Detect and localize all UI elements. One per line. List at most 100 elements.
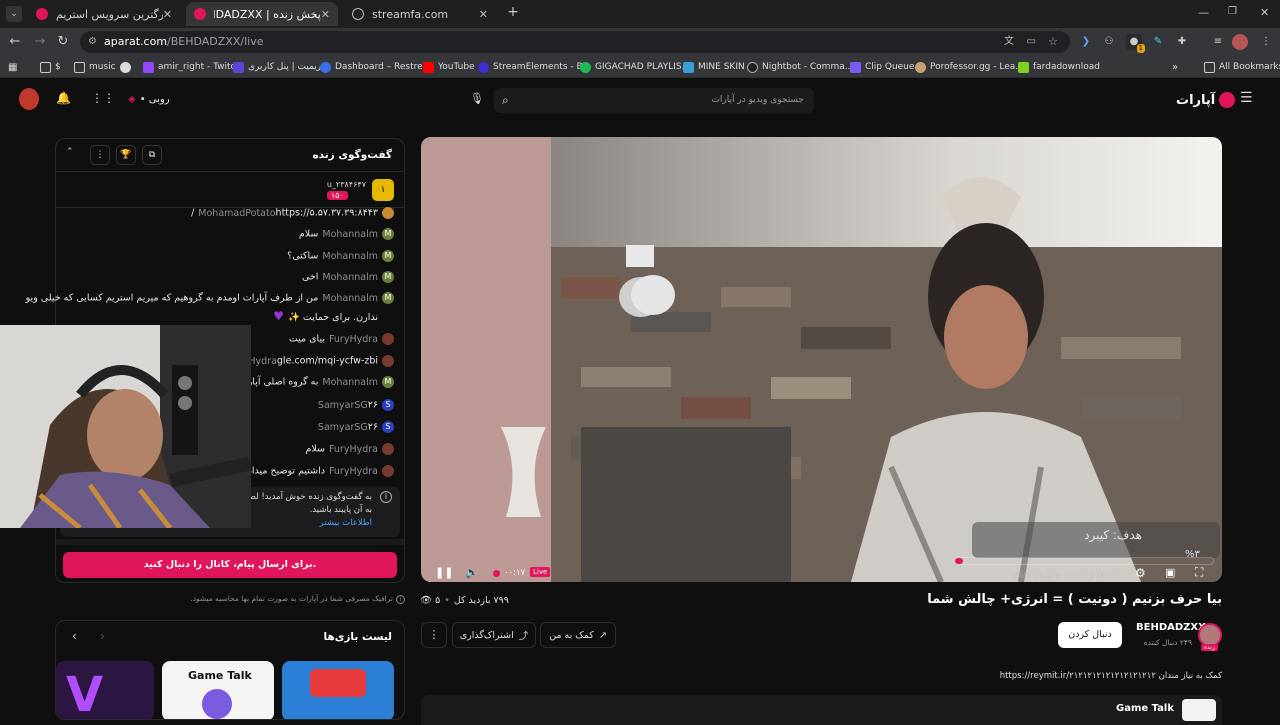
view-stats: ۷۹۹ بازدید کل • ۵ 👁	[420, 595, 509, 606]
forward-button[interactable]: →	[32, 34, 48, 50]
chat-scrollbar[interactable]	[56, 539, 404, 545]
miniplayer-icon[interactable]: ▣	[1165, 566, 1175, 579]
url-input[interactable]: ⚙ aparat.com/BEHDADZXX/live 文 ▭ ☆	[80, 31, 1070, 53]
tab-streamfa[interactable]: streamfa.com ✕	[344, 2, 496, 26]
extension-icon[interactable]: ● 1	[1126, 34, 1145, 53]
pinned-donor[interactable]: ۱ u_۲۳۸۴۶۴۷ ۱۵۰	[326, 177, 394, 203]
aparat-logo-icon	[1219, 92, 1236, 108]
bookmarks-overflow-icon[interactable]: »	[1172, 60, 1178, 74]
share-icon: ⤴	[518, 631, 529, 642]
voice-search-icon[interactable]: 🎙	[470, 92, 484, 105]
chat-message: FuryHydraداشتیم توضیح میدادیم	[239, 465, 394, 477]
new-tab-button[interactable]: +	[505, 4, 521, 20]
back-button[interactable]: ←	[7, 34, 23, 50]
bookmark-item[interactable]: Dashboard – Restre...	[320, 60, 431, 74]
bookmark-item[interactable]: GIGACHAD PLAYLIS...	[580, 60, 690, 74]
extension-icon[interactable]: ⚇	[1101, 34, 1117, 50]
game-art	[202, 689, 232, 719]
extension-icon[interactable]: ✎	[1150, 34, 1166, 50]
user-avatar: M	[382, 250, 394, 262]
search-input[interactable]: جستجوی ویدیو در آپارات ⌕	[494, 88, 814, 113]
apps-grid-icon[interactable]: ▦	[8, 60, 17, 74]
profile-avatar[interactable]	[1232, 34, 1248, 50]
globe-icon	[120, 61, 131, 73]
extensions-puzzle-icon[interactable]: ✚	[1174, 34, 1190, 50]
search-icon[interactable]: ⌕	[502, 88, 509, 113]
bookmark-item[interactable]: Nightbot - Comma...	[747, 60, 853, 74]
game-list-title: لیست بازی‌ها	[323, 631, 392, 643]
stream-time: ۰۰:۱۷	[504, 568, 526, 578]
collapse-chevron-icon[interactable]: ⌃	[66, 147, 74, 157]
minimize-button[interactable]: —	[1198, 6, 1209, 19]
cast-icon[interactable]: ▭	[1027, 31, 1036, 53]
game-card[interactable]: V	[56, 661, 154, 719]
bookmark-item[interactable]: ریمیت | پنل کاربری	[233, 60, 321, 74]
donate-button[interactable]: ↗ کمک به من	[540, 622, 616, 648]
close-icon[interactable]: ✕	[321, 8, 330, 21]
close-icon[interactable]: ✕	[479, 8, 488, 21]
extension-icon[interactable]: ❯	[1078, 34, 1094, 50]
clip-queue-icon	[850, 61, 861, 73]
tab-aparat-game[interactable]: آپارات گیم | بزرگترین سرویس استریم ✕	[28, 2, 180, 26]
site-info-icon[interactable]: ⚙	[88, 31, 97, 53]
more-options-icon[interactable]: ⋮	[90, 145, 110, 165]
hamburger-menu-icon[interactable]: ☰	[1240, 90, 1253, 106]
live-indicator: ۰۰:۱۷	[493, 568, 525, 578]
next-arrow-icon[interactable]: ›	[100, 629, 105, 643]
category-card[interactable]: Game Talk	[421, 695, 1222, 725]
pause-button[interactable]: ❚❚	[435, 566, 453, 579]
bookmark-item[interactable]: amir_right - Twitch	[143, 60, 241, 74]
chat-message: FuryHydraسلام	[305, 443, 394, 455]
all-bookmarks[interactable]: All Bookmarks	[1204, 60, 1280, 74]
translate-icon[interactable]: 文	[1004, 31, 1014, 53]
url-domain: aparat.com	[104, 35, 168, 48]
popout-icon[interactable]: ⧉	[142, 145, 162, 165]
game-card[interactable]	[282, 661, 394, 719]
trophy-icon[interactable]: 🏆	[116, 145, 136, 165]
user-avatar[interactable]	[19, 88, 39, 110]
follow-button[interactable]: دنبال کردن	[1058, 622, 1122, 648]
follow-to-chat-button[interactable]: برای ارسال پیام، کانال را دنبال کنید.	[63, 552, 397, 578]
bookmark-item[interactable]: fardadownload	[1018, 60, 1100, 74]
external-link-icon: ↗	[598, 629, 607, 641]
bookmark-star-icon[interactable]: ☆	[1048, 31, 1058, 53]
video-player[interactable]: هدف: کیبرد %۳ ۱۲۰۰۰ از ۶۰۰۰۰۰۰ تومان (۳%…	[421, 137, 1222, 582]
reload-button[interactable]: ↻	[55, 34, 71, 50]
chat-message: FuryHydraبیای میت	[289, 333, 394, 345]
volume-icon[interactable]: 🔈	[465, 566, 479, 579]
reading-list-icon[interactable]: ≡	[1210, 34, 1226, 50]
live-tag: زنده	[1201, 644, 1218, 651]
tab-game-talk[interactable]: پخش زنده | Game Talk | BEHDADZXX ✕	[186, 2, 338, 26]
site-logo[interactable]: آپارات	[1176, 90, 1236, 110]
bookmark-item[interactable]: Porofessor.gg - Lea...	[915, 60, 1024, 74]
bookmark-item[interactable]: MINE SKIN	[683, 60, 745, 74]
restore-button[interactable]: ❐	[1228, 6, 1237, 17]
record-dot-icon	[493, 569, 500, 577]
close-icon[interactable]: ✕	[163, 8, 172, 21]
notification-bell-icon[interactable]: 🔔	[56, 91, 71, 105]
info-icon: i	[380, 491, 392, 503]
bookmark-item[interactable]: $	[40, 60, 61, 74]
heart-icon: ♥	[273, 309, 285, 323]
bookmark-item[interactable]: StreamElements - B...	[478, 60, 591, 74]
channel-name[interactable]: BEHDADZXX	[1136, 622, 1206, 633]
youtube-icon	[423, 61, 434, 73]
user-avatar	[382, 465, 394, 477]
bookmark-item[interactable]: Clip Queue	[850, 60, 914, 74]
settings-gear-icon[interactable]: ⚙	[1135, 566, 1146, 580]
apps-grid-icon[interactable]: ⋮⋮	[91, 91, 115, 105]
game-card-game-talk[interactable]: Game Talk	[162, 661, 274, 719]
mineskin-icon	[683, 61, 694, 73]
more-actions-icon[interactable]: ⋮	[421, 622, 447, 648]
bookmark-item[interactable]: YouTube	[423, 60, 475, 74]
bookmark-item[interactable]: music	[74, 60, 116, 74]
fullscreen-icon[interactable]: ⛶	[1195, 565, 1203, 580]
bookmark-item[interactable]	[120, 60, 135, 74]
tab-list-dropdown-icon[interactable]: ⌄	[6, 6, 22, 22]
coins-button[interactable]: ◈ • روبی	[128, 90, 170, 108]
close-window-button[interactable]: ✕	[1260, 6, 1269, 19]
browser-menu-icon[interactable]: ⋮	[1258, 34, 1274, 50]
chat-message: MMohannalmبه گروه اصلی آپارات م	[227, 376, 394, 388]
prev-arrow-icon[interactable]: ‹	[72, 629, 77, 643]
share-button[interactable]: ⤴ اشتراک‌گذاری	[452, 622, 536, 648]
